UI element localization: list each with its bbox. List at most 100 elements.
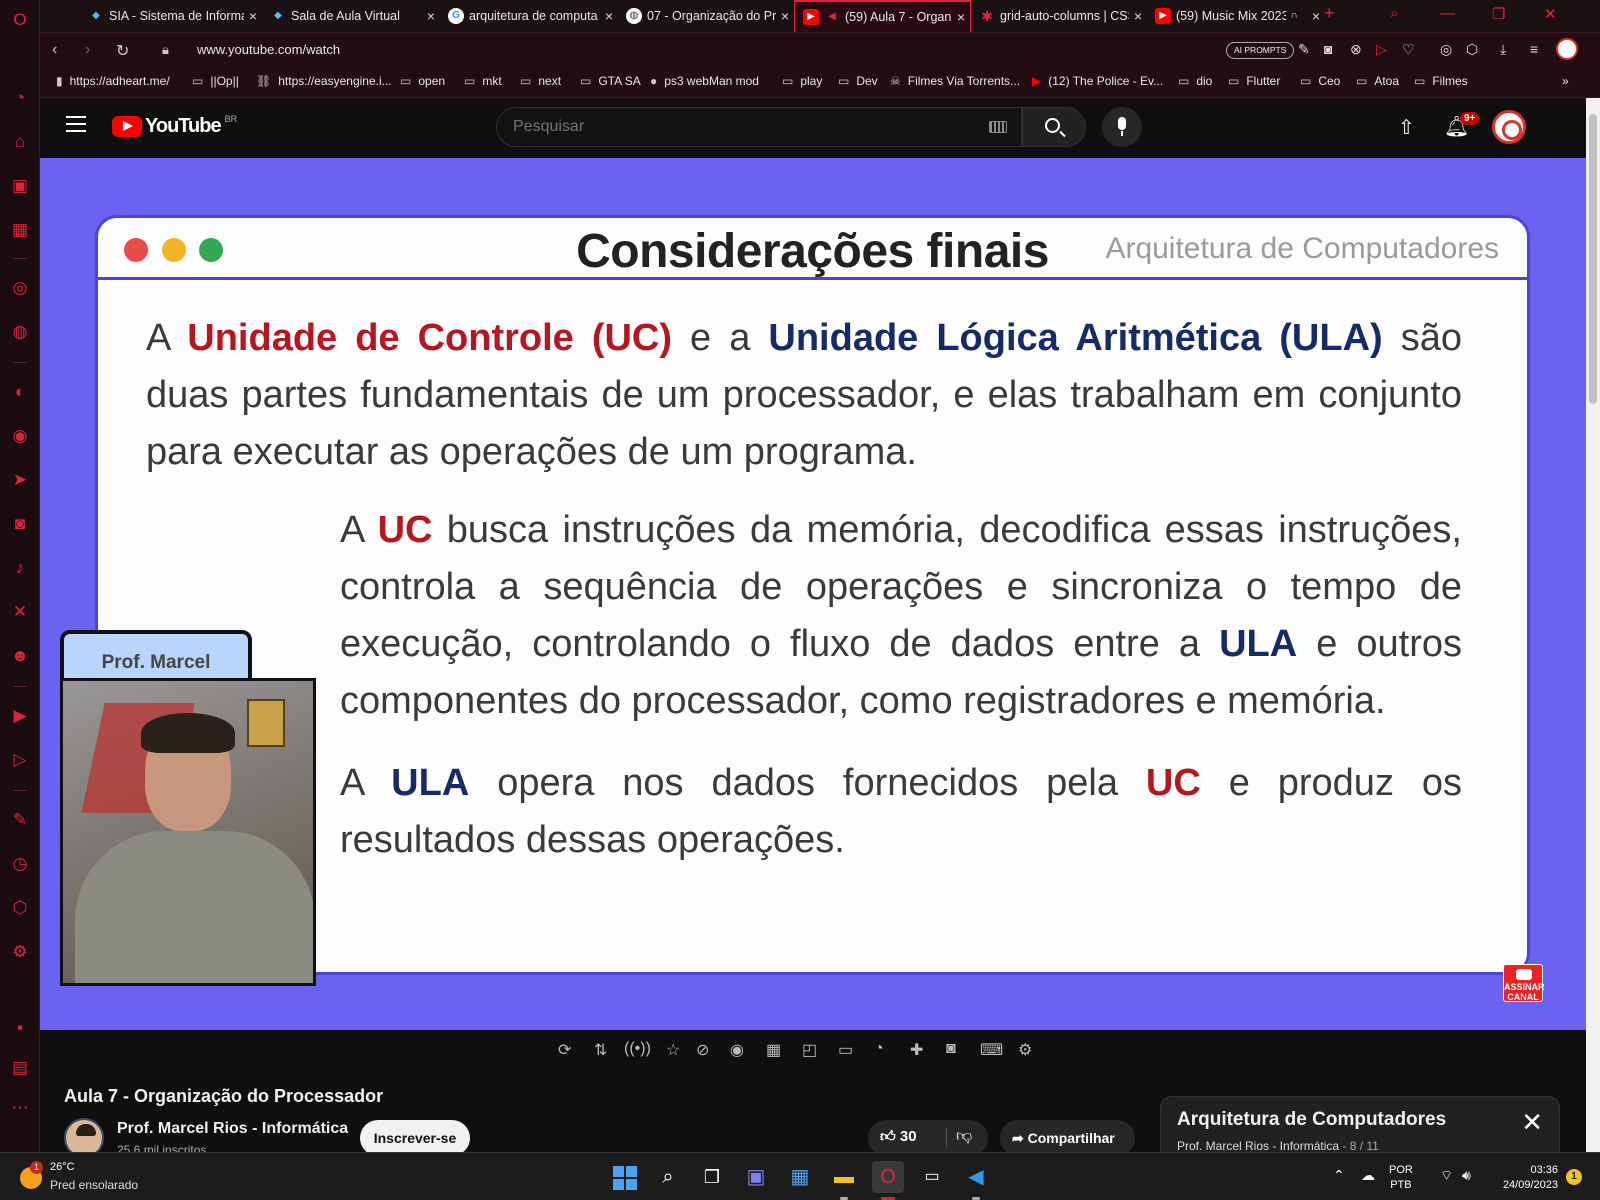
player-icon[interactable]: ▶ [8,704,32,728]
messenger-icon[interactable]: ◐ [8,380,32,404]
aria-icon[interactable]: ◍ [8,320,32,344]
send-icon[interactable]: ▷ [8,748,32,772]
bookmark-folder[interactable]: ▭ dio [1178,74,1212,88]
opera-icon[interactable]: O [872,1161,904,1193]
download-icon[interactable]: ⤓ [1500,41,1506,58]
scroll-thumb[interactable] [1589,114,1597,404]
instagram-icon[interactable]: ◙ [8,512,32,536]
tab-sala-de-aula[interactable]: ◆ Sala de Aula Virtual × [262,0,440,32]
tab-google-search[interactable]: G arquitetura de computa × [440,0,618,32]
new-tab-icon[interactable]: + [1324,3,1335,24]
bookmark-folder[interactable]: ▭ Flutter [1228,74,1280,88]
channel-name[interactable]: Prof. Marcel Rios - Informática [117,1120,348,1138]
ads-block-icon[interactable]: ⊘ [696,1040,709,1060]
easy-setup-icon[interactable]: ≡ [1530,41,1538,57]
speaker-icon[interactable]: ◀ [824,9,840,25]
boost-icon[interactable]: ✚ [910,1040,923,1060]
close-tab-icon[interactable]: × [776,8,794,24]
weather-description[interactable]: Pred ensolarado [50,1178,138,1192]
camera-icon[interactable]: ◙ [1324,41,1332,57]
youtube-logo[interactable]: YouTube BR [112,114,237,138]
url-field[interactable]: www.youtube.com/watch [197,42,340,57]
bookmark-folder[interactable]: ▭ next [520,74,561,88]
block-icon[interactable]: ⊗ [1350,41,1362,58]
x-icon[interactable]: ✕ [8,600,32,624]
dislike-button[interactable]: 👎︎ [956,1127,972,1146]
wifi-icon[interactable]: ⌔ [1440,1167,1453,1185]
tab-music-mix[interactable]: ▶ (59) Music Mix 2023 ∩ × [1147,0,1325,32]
tab-search-icon[interactable]: ⌕ [1390,5,1398,22]
tab-sia[interactable]: ◆ SIA - Sistema de Informa × [80,0,262,32]
keyboard-icon[interactable]: ⌨ [980,1040,1003,1060]
screenshot-icon[interactable]: ◙ [946,1040,956,1058]
like-button[interactable]: 👍︎ 30 [880,1128,917,1146]
close-tab-icon[interactable]: × [1129,8,1147,24]
cinema-icon[interactable]: ▦ [766,1040,781,1060]
settings-icon[interactable]: ⚙ [8,940,32,964]
lock-icon[interactable]: 🔒︎ [162,42,169,58]
telegram-icon[interactable]: ➤ [8,468,32,492]
bookmark-item[interactable]: ▶ (12) The Police - Ev... [1032,74,1163,88]
avatar[interactable] [1492,110,1526,144]
close-window-icon[interactable]: ✕ [1544,5,1557,23]
clock[interactable]: 03:36 24/09/2023 [1488,1163,1558,1193]
bookmark-folder[interactable]: ▭ open [400,74,445,88]
extensions-icon[interactable]: ⬡ [8,896,32,920]
start-button[interactable] [608,1161,640,1193]
bookmark-item[interactable]: ☠ Filmes Via Torrents... [890,74,1020,88]
more-bookmarks-icon[interactable]: » [1562,74,1569,88]
page-scrollbar[interactable] [1586,98,1600,1152]
pinboard-icon[interactable]: ✎ [8,808,32,832]
tab-organizacao[interactable]: ◍ 07 - Organização do Pro × [618,0,794,32]
settings-icon[interactable]: ⚙ [1018,1040,1032,1060]
bookmark-folder[interactable]: ▭ Atoa [1356,74,1399,88]
reload-icon[interactable]: ↻ [116,41,129,61]
tiktok-icon[interactable]: ♪ [8,556,32,580]
tab-aula-7[interactable]: ▶ ◀ (59) Aula 7 - Organiz × [794,0,971,32]
bookmark-folder[interactable]: ▭ Ceo [1300,74,1340,88]
loop-icon[interactable]: ⟳ [558,1040,571,1060]
heart-icon[interactable]: ♡ [1402,41,1415,58]
bookmark-folder[interactable]: ▭ Dev [838,74,878,88]
file-explorer-icon[interactable]: ▬ [828,1161,860,1193]
restore-icon[interactable]: ❐ [1492,5,1505,23]
edit-icon[interactable]: ✎ [1298,41,1310,58]
back-icon[interactable]: ‹ [52,41,57,59]
send-icon[interactable]: ▷ [1376,41,1387,58]
bookmark-item[interactable]: ▮ https://adheart.me/ [56,74,170,88]
chip-icon[interactable]: ▦ [8,218,32,242]
close-tab-icon[interactable]: × [1307,8,1325,24]
twitch-icon[interactable]: ▣ [8,174,32,198]
speed-icon[interactable]: ◔ [874,1040,884,1058]
weather-temperature[interactable]: 26°C [50,1161,75,1173]
share-button[interactable]: ➦ Compartilhar [1000,1120,1135,1156]
subscribe-button[interactable]: Inscrever-se [360,1120,470,1156]
close-tab-icon[interactable]: × [952,9,970,25]
bookmark-item[interactable]: ⛓ https://easyengine.i... [256,74,392,88]
discord-icon[interactable]: ☻ [8,644,32,668]
close-tab-icon[interactable]: × [600,8,618,24]
bookmark-folder[interactable]: ▭ play [782,74,822,88]
gallery-icon[interactable]: ▤ [8,1056,32,1080]
speed-dial-icon[interactable]: ◔ [8,86,32,110]
bookmark-folder[interactable]: ▭ GTA SA [580,74,641,88]
profile-icon[interactable] [1556,38,1578,60]
search-icon[interactable]: ⌕ [652,1161,684,1193]
task-view-icon[interactable]: ❐ [696,1161,728,1193]
opera-logo-icon[interactable]: O [8,8,32,32]
search-button[interactable] [1022,107,1086,147]
video-player[interactable]: Considerações finais Arquitetura de Comp… [40,158,1586,1030]
keyboard-icon[interactable] [989,121,1007,133]
bookmark-folder[interactable]: ▭ mkt [464,74,502,88]
watch-icon[interactable]: ◉ [730,1040,744,1060]
cube-icon[interactable]: ⬡ [1466,41,1478,58]
sort-icon[interactable]: ⇅ [594,1040,607,1060]
whatsapp-icon[interactable]: ◉ [8,424,32,448]
voice-search-button[interactable] [1102,107,1142,147]
minimize-icon[interactable]: — [1440,5,1455,22]
notification-badge[interactable]: 1 [1566,1169,1582,1185]
miniplayer-icon[interactable]: ◰ [802,1040,817,1060]
bookmark-item[interactable]: ● ps3 webMan mod [650,74,759,88]
onedrive-icon[interactable]: ☁ [1361,1167,1375,1184]
chevron-up-icon[interactable]: ⌃ [1333,1167,1345,1184]
